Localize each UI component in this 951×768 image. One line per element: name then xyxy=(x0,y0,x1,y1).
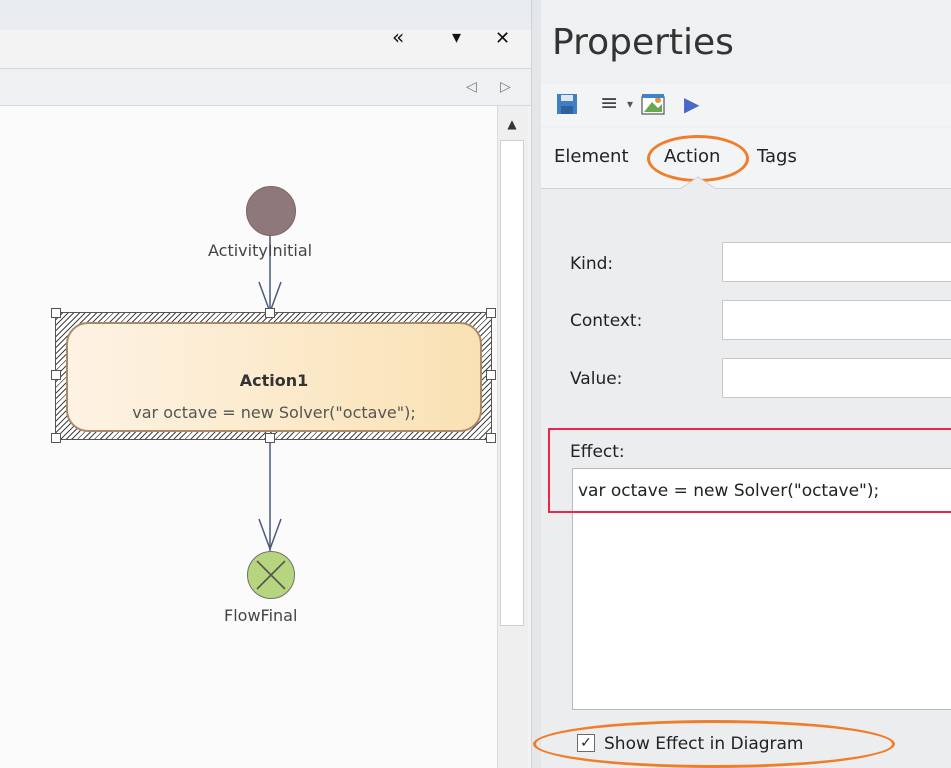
resize-handle[interactable] xyxy=(51,308,61,318)
activity-initial-node[interactable] xyxy=(246,186,296,236)
flow-final-node[interactable] xyxy=(247,551,295,599)
effect-highlight-box xyxy=(548,428,951,513)
resize-handle[interactable] xyxy=(51,370,61,380)
play-icon[interactable]: ▶ xyxy=(684,92,699,116)
action-name-label: Action1 xyxy=(239,371,309,390)
value-label: Value: xyxy=(570,369,623,389)
kind-input[interactable] xyxy=(722,242,951,282)
resize-handle[interactable] xyxy=(486,308,496,318)
resize-handle[interactable] xyxy=(51,433,61,443)
dropdown-icon[interactable]: ▾ xyxy=(627,97,633,111)
tab-element[interactable]: Element xyxy=(554,146,629,167)
context-label: Context: xyxy=(570,311,643,331)
save-icon[interactable] xyxy=(556,93,578,119)
action-effect-label: var octave = new Solver("octave"); xyxy=(132,403,416,422)
checkbox-highlight xyxy=(533,720,895,768)
activity-initial-label: ActivityInitial xyxy=(208,241,313,260)
active-tab-pointer xyxy=(680,176,716,190)
resize-handle[interactable] xyxy=(265,433,275,443)
tab-tags[interactable]: Tags xyxy=(757,146,797,167)
list-menu-icon[interactable]: ≡ xyxy=(600,92,618,116)
resize-handle[interactable] xyxy=(486,370,496,380)
flow-final-label: FlowFinal xyxy=(224,606,298,625)
resize-handle[interactable] xyxy=(486,433,496,443)
context-input[interactable] xyxy=(722,300,951,340)
flow-final-cross-icon xyxy=(256,560,286,590)
value-input[interactable] xyxy=(722,358,951,398)
palette-icon[interactable] xyxy=(640,92,666,120)
action-tab-highlight xyxy=(647,135,749,182)
resize-handle[interactable] xyxy=(265,308,275,318)
properties-title: Properties xyxy=(552,22,734,63)
kind-label: Kind: xyxy=(570,254,614,274)
